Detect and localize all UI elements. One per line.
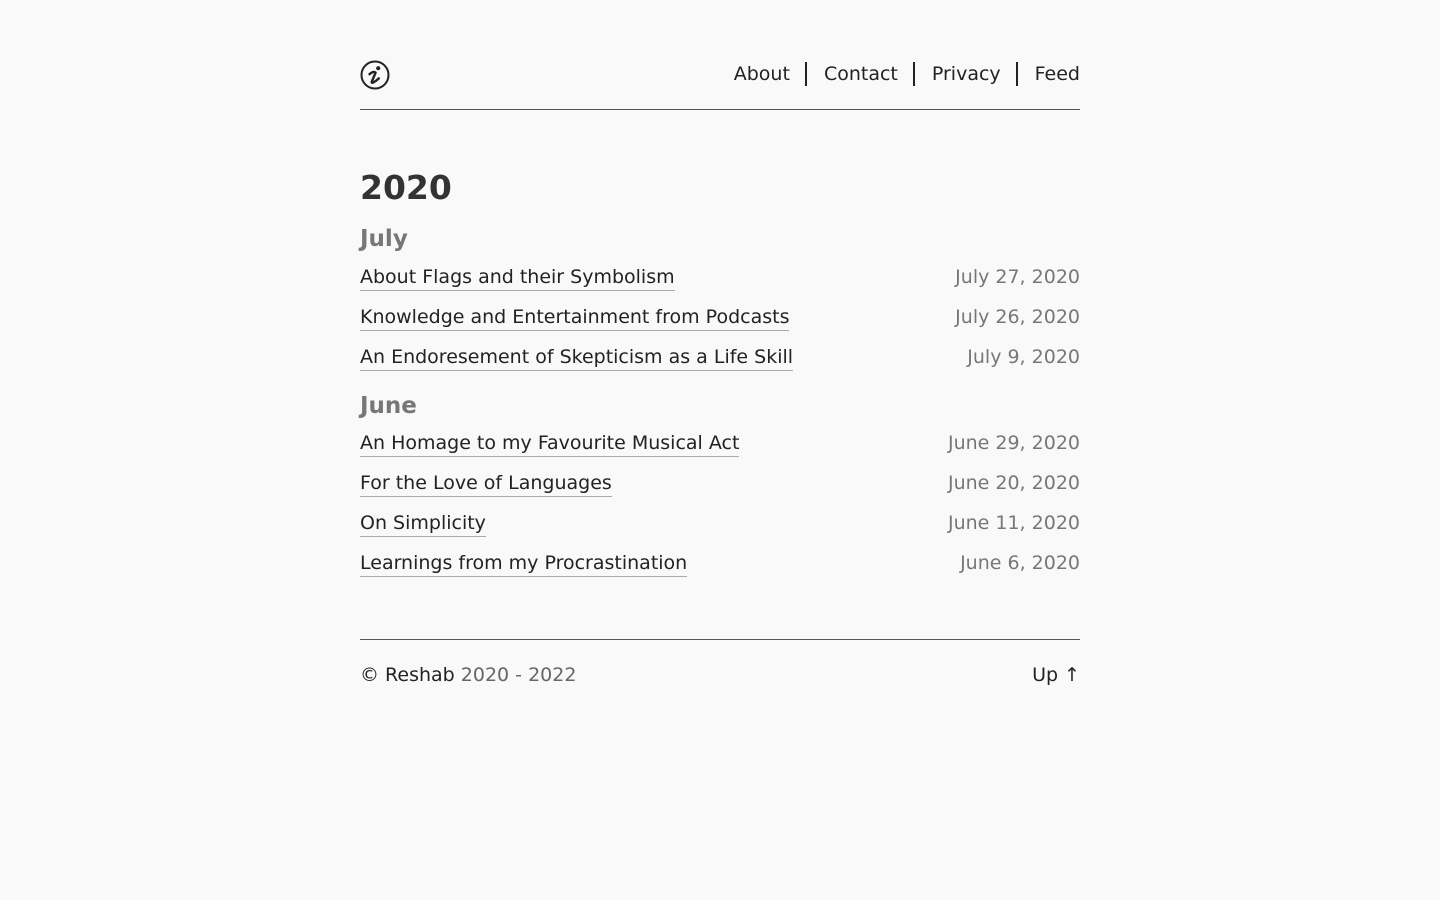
nav-feed-link[interactable]: Feed xyxy=(1035,61,1080,87)
site-logo-icon[interactable] xyxy=(360,60,390,90)
copyright-owner: © Reshab xyxy=(360,664,455,686)
post-title-link[interactable]: For the Love of Languages xyxy=(360,470,612,497)
post-list-item: An Endoresement of Skepticism as a Life … xyxy=(360,344,1080,372)
post-list-item: Learnings from my Procrastination June 6… xyxy=(360,550,1080,578)
copyright-years: 2020 - 2022 xyxy=(460,664,577,686)
page-container: About Contact Privacy Feed 2020 July Abo… xyxy=(360,0,1080,686)
post-date: June 29, 2020 xyxy=(947,432,1080,454)
site-footer: © Reshab 2020 - 2022 Up ↑ xyxy=(360,639,1080,686)
post-list-item: About Flags and their Symbolism July 27,… xyxy=(360,264,1080,292)
post-title-link[interactable]: About Flags and their Symbolism xyxy=(360,264,675,291)
nav-privacy-link[interactable]: Privacy xyxy=(932,61,1001,87)
post-title-link[interactable]: Knowledge and Entertainment from Podcast… xyxy=(360,304,790,331)
post-list-item: An Homage to my Favourite Musical Act Ju… xyxy=(360,430,1080,458)
post-title-link[interactable]: On Simplicity xyxy=(360,510,486,537)
post-date: June 20, 2020 xyxy=(947,472,1080,494)
post-date: June 11, 2020 xyxy=(947,512,1080,534)
post-title-link[interactable]: An Homage to my Favourite Musical Act xyxy=(360,430,740,457)
month-heading-june: June xyxy=(360,393,417,419)
site-header: About Contact Privacy Feed xyxy=(360,0,1080,110)
post-date: July 26, 2020 xyxy=(955,306,1080,328)
month-heading-july: July xyxy=(360,226,408,252)
post-title-link[interactable]: An Endoresement of Skepticism as a Life … xyxy=(360,344,794,371)
main-nav: About Contact Privacy Feed xyxy=(734,61,1080,87)
post-title-link[interactable]: Learnings from my Procrastination xyxy=(360,550,688,577)
post-date: June 6, 2020 xyxy=(960,552,1080,574)
nav-about-link[interactable]: About xyxy=(734,61,790,87)
nav-separator xyxy=(912,62,915,86)
post-date: July 9, 2020 xyxy=(967,346,1080,368)
nav-separator xyxy=(804,62,807,86)
copyright-notice: © Reshab 2020 - 2022 xyxy=(360,662,576,688)
post-date: July 27, 2020 xyxy=(955,266,1080,288)
back-to-top-link[interactable]: Up ↑ xyxy=(1032,662,1080,688)
nav-contact-link[interactable]: Contact xyxy=(824,61,898,87)
post-list-item: Knowledge and Entertainment from Podcast… xyxy=(360,304,1080,332)
post-list-item: On Simplicity June 11, 2020 xyxy=(360,510,1080,538)
archive-year-heading: 2020 xyxy=(360,168,452,207)
nav-separator xyxy=(1015,62,1018,86)
post-list-item: For the Love of Languages June 20, 2020 xyxy=(360,470,1080,498)
